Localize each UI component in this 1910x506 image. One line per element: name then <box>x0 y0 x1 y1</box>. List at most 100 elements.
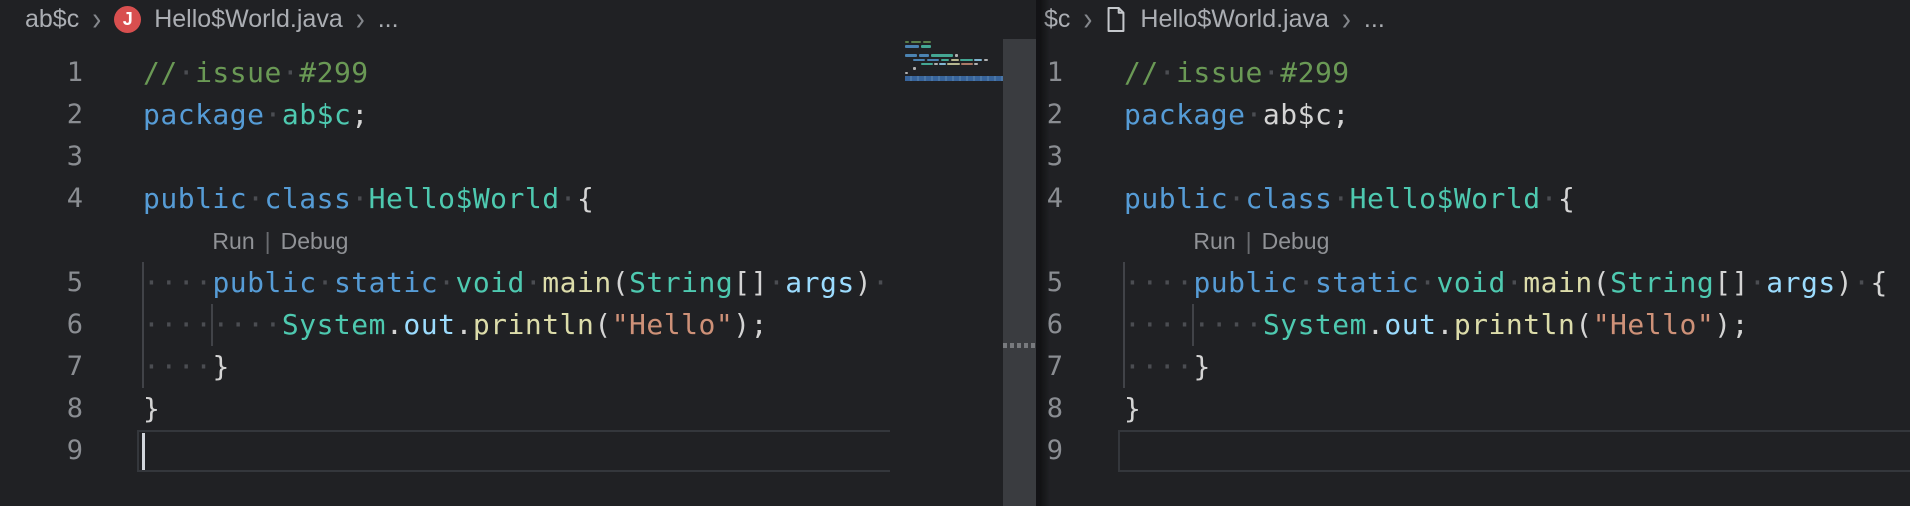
minimap-code-line <box>939 63 946 65</box>
codelens-separator: | <box>265 220 271 262</box>
code-token: { <box>1558 182 1575 215</box>
whitespace-dots: ···· <box>1124 350 1193 383</box>
code-token: ; <box>1332 98 1349 131</box>
code-line-5[interactable]: ····public·static·void·main(String[]·arg… <box>143 262 890 304</box>
code-token: ; <box>1732 308 1749 341</box>
whitespace-dots: · <box>1419 266 1436 299</box>
code-token: [] <box>733 266 768 299</box>
minimap-code-line <box>919 54 929 56</box>
code-area[interactable]: //·issue·#299package·ab$c;public·class·H… <box>0 0 890 506</box>
code-token: main <box>542 266 611 299</box>
whitespace-dots: ···· <box>143 350 212 383</box>
minimap-code-line <box>905 72 908 74</box>
code-token: ( <box>1593 266 1610 299</box>
whitespace-dots: · <box>1749 266 1766 299</box>
minimap-code-line <box>913 67 916 69</box>
code-token: out <box>403 308 455 341</box>
code-line-5[interactable]: ····public·static·void·main(String[]·arg… <box>1124 262 1888 304</box>
minimap-code-line <box>911 41 921 43</box>
code-token: . <box>1367 308 1384 341</box>
code-token: issue <box>1176 56 1263 89</box>
whitespace-dots: · <box>1298 266 1315 299</box>
whitespace-dots: · <box>351 182 368 215</box>
code-token: String <box>629 266 733 299</box>
scrollbar[interactable] <box>1003 39 1036 506</box>
minimap-code-line <box>905 41 909 43</box>
whitespace-dots: · <box>1228 182 1245 215</box>
code-token: Hello$World <box>1350 182 1541 215</box>
minimap-code-line <box>905 45 919 47</box>
code-token: static <box>1315 266 1419 299</box>
code-token: void <box>1436 266 1505 299</box>
run-codelens-link[interactable]: Run <box>1193 220 1235 262</box>
minimap-code-line <box>961 63 973 65</box>
whitespace-dots: · <box>438 266 455 299</box>
code-token: ) <box>1714 308 1731 341</box>
codelens: Run|Debug <box>1193 220 1329 262</box>
minimap[interactable] <box>905 38 1003 98</box>
code-token: String <box>1610 266 1714 299</box>
whitespace-dots: · <box>1541 182 1558 215</box>
code-token: static <box>334 266 438 299</box>
debug-codelens-link[interactable]: Debug <box>1262 220 1330 262</box>
code-line-6[interactable]: ········System.out.println("Hello"); <box>143 304 768 346</box>
code-area[interactable]: //·issue·#299package·ab$c;public·class·H… <box>1040 0 1910 506</box>
code-token: . <box>455 308 472 341</box>
code-token: Hello$World <box>369 182 560 215</box>
code-line-8[interactable]: } <box>143 388 160 430</box>
code-token: package <box>143 98 265 131</box>
code-line-7[interactable]: ····} <box>1124 346 1211 388</box>
scrollbar-marker <box>1003 343 1036 348</box>
minimap-code-line <box>960 59 973 61</box>
code-token: package <box>1124 98 1246 131</box>
code-line-4[interactable]: public·class·Hello$World·{ <box>1124 178 1575 220</box>
code-line-4[interactable]: public·class·Hello$World·{ <box>143 178 594 220</box>
code-line-8[interactable]: } <box>1124 388 1141 430</box>
code-line-2[interactable]: package·ab$c; <box>1124 94 1350 136</box>
whitespace-dots: · <box>282 56 299 89</box>
code-token: ) <box>855 266 872 299</box>
whitespace-dots: · <box>265 98 282 131</box>
minimap-code-line <box>947 63 960 65</box>
code-token: // <box>1124 56 1159 89</box>
code-token: { <box>577 182 594 215</box>
code-token: "Hello" <box>612 308 734 341</box>
current-line-highlight <box>137 430 890 472</box>
code-token: ; <box>351 98 368 131</box>
minimap-code-line <box>941 59 949 61</box>
code-token: ab$c <box>1263 98 1332 131</box>
code-token: ( <box>594 308 611 341</box>
indent-guide <box>211 304 213 346</box>
whitespace-dots: · <box>317 266 334 299</box>
code-token: { <box>1870 266 1887 299</box>
code-line-1[interactable]: //·issue·#299 <box>1124 52 1350 94</box>
minimap-code-line <box>951 59 959 61</box>
code-token: } <box>1124 392 1141 425</box>
code-token: public <box>143 182 247 215</box>
code-token: public <box>1193 266 1297 299</box>
code-line-6[interactable]: ········System.out.println("Hello"); <box>1124 304 1749 346</box>
code-token: } <box>143 392 160 425</box>
code-token: . <box>1436 308 1453 341</box>
code-token: System <box>282 308 386 341</box>
minimap-code-line <box>974 59 982 61</box>
debug-codelens-link[interactable]: Debug <box>281 220 349 262</box>
code-token: ) <box>733 308 750 341</box>
minimap-code-line <box>905 54 917 56</box>
code-token: issue <box>195 56 282 89</box>
code-token: #299 <box>299 56 368 89</box>
whitespace-dots: · <box>525 266 542 299</box>
code-line-1[interactable]: //·issue·#299 <box>143 52 369 94</box>
whitespace-dots: · <box>178 56 195 89</box>
minimap-code-line <box>927 59 939 61</box>
minimap-code-line <box>913 59 925 61</box>
codelens: Run |Debug <box>212 220 348 262</box>
code-line-7[interactable]: ····} <box>143 346 230 388</box>
minimap-code-line <box>934 63 938 65</box>
whitespace-dots: · <box>1159 56 1176 89</box>
current-line-highlight <box>1118 430 1910 472</box>
run-codelens-link[interactable]: Run <box>212 220 254 262</box>
code-line-2[interactable]: package·ab$c; <box>143 94 369 136</box>
minimap-current-line-highlight <box>905 76 1003 81</box>
code-token: } <box>212 350 229 383</box>
